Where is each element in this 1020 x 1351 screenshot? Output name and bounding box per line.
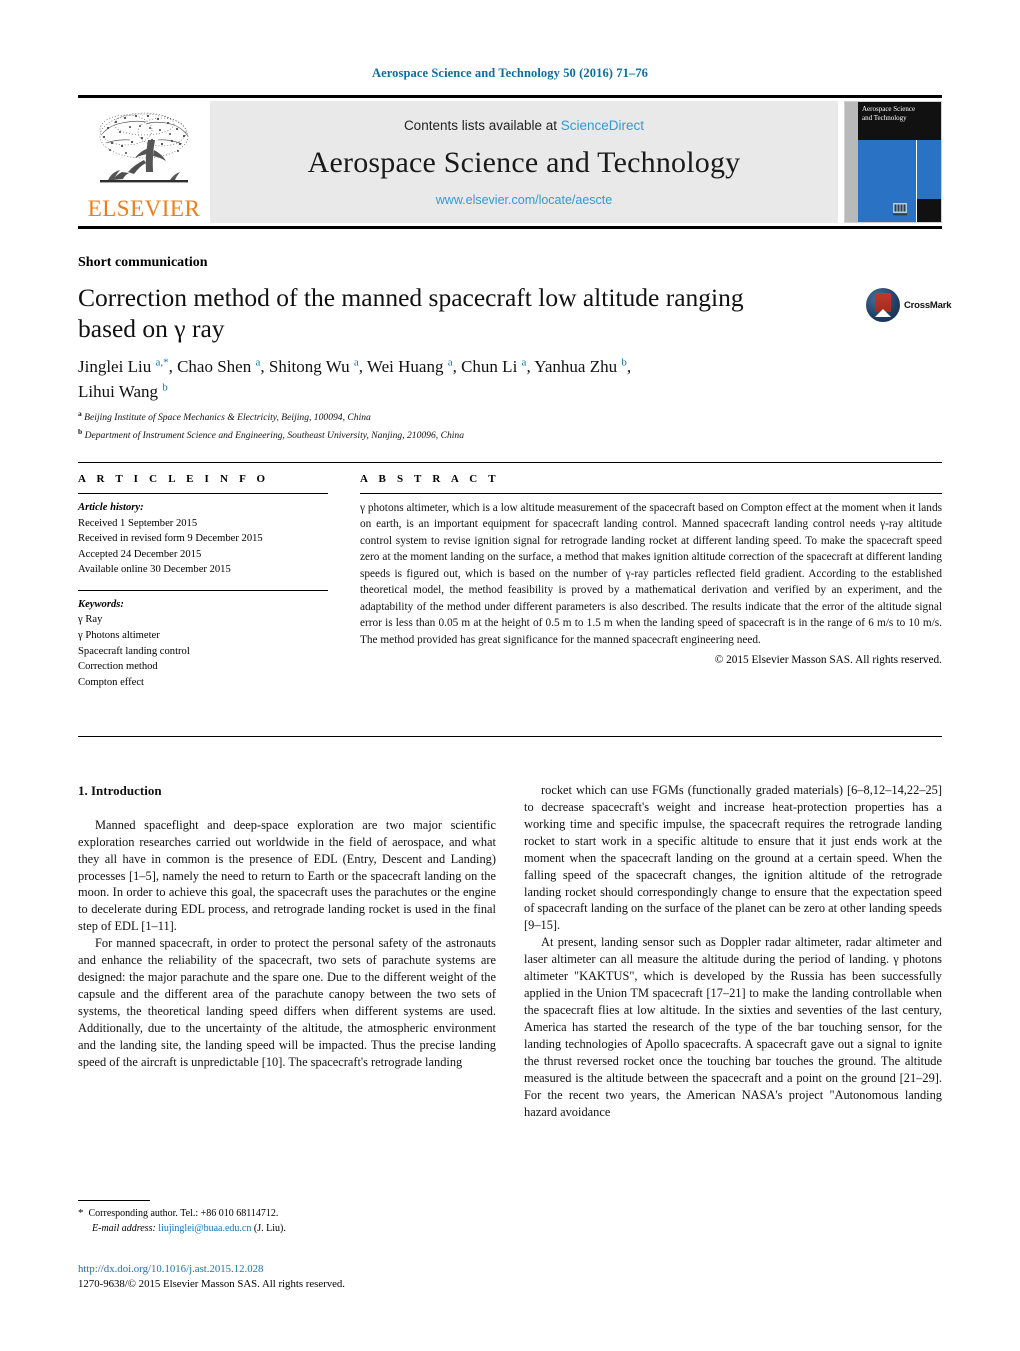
author-line-2: Lihui Wang b — [78, 380, 168, 401]
corresponding-author-text: Corresponding author. Tel.: +86 010 6811… — [88, 1208, 279, 1219]
keywords: Keywords: γ Ray γ Photons altimeter Spac… — [78, 597, 328, 690]
keywords-label: Keywords: — [78, 598, 124, 610]
author-affil-marker: b — [621, 356, 627, 369]
paragraph: rocket which can use FGMs (functionally … — [524, 783, 943, 933]
affiliation-a: a Beijing Institute of Space Mechanics &… — [78, 408, 838, 426]
crossmark-icon — [866, 288, 900, 322]
keyword-item: γ Ray — [78, 614, 103, 626]
email-line: E-mail address: liujinglei@buaa.edu.cn (… — [78, 1222, 496, 1237]
email-link[interactable]: liujinglei@buaa.edu.cn — [158, 1223, 251, 1234]
paragraph: For manned spacecraft, in order to prote… — [78, 936, 496, 1069]
author-affil-marker: a — [353, 356, 359, 369]
author-affil-marker: a — [521, 356, 527, 369]
journal-homepage-link[interactable]: www.elsevier.com/locate/aescte — [436, 193, 612, 207]
page-title: Correction method of the manned spacecra… — [78, 283, 744, 344]
history-item: Received 1 September 2015 — [78, 517, 198, 529]
sciencedirect-link[interactable]: ScienceDirect — [561, 118, 644, 133]
article-history-label: Article history: — [78, 502, 144, 513]
author-list: Jinglei Liu a,*, Chao Shen a, Shitong Wu… — [78, 355, 798, 404]
article-history: Article history: Received 1 September 20… — [78, 500, 328, 578]
history-item: Available online 30 December 2015 — [78, 564, 231, 576]
masthead-center: Contents lists available at ScienceDirec… — [210, 101, 838, 223]
divider — [360, 493, 942, 494]
crossmark-badge[interactable]: CrossMark — [866, 287, 958, 323]
keywords-block: Keywords: γ Ray γ Photons altimeter Spac… — [78, 589, 328, 690]
keyword-item: Correction method — [78, 661, 158, 673]
article-type: Short communication — [78, 255, 208, 270]
article-info-heading: A R T I C L E I N F O — [78, 473, 270, 485]
corresponding-author-footnote: * Corresponding author. Tel.: +86 010 68… — [78, 1200, 496, 1236]
history-item: Accepted 24 December 2015 — [78, 548, 202, 560]
doi-link[interactable]: http://dx.doi.org/10.1016/j.ast.2015.12.… — [78, 1262, 508, 1277]
journal-cover-thumbnail[interactable]: Aerospace Science and Technology — [844, 101, 942, 223]
history-item: Received in revised form 9 December 2015 — [78, 533, 263, 545]
section-heading-introduction: 1. Introduction — [78, 783, 162, 798]
article-info-column: A R T I C L E I N F O Article history: R… — [78, 463, 346, 736]
cover-bottom-right-block — [917, 199, 941, 222]
journal-masthead: ELSEVIER Contents lists available at Sci… — [78, 95, 942, 229]
running-head: Aerospace Science and Technology 50 (201… — [371, 66, 649, 80]
paper-page: Aerospace Science and Technology 50 (201… — [0, 0, 1020, 1351]
footnote-rule — [78, 1200, 150, 1201]
article-info-abstract-block: A R T I C L E I N F O Article history: R… — [78, 462, 942, 737]
author-affil-marker: b — [162, 380, 168, 393]
doi-block: http://dx.doi.org/10.1016/j.ast.2015.12.… — [78, 1262, 508, 1293]
body-right-column: rocket which can use FGMs (functionally … — [524, 782, 942, 1120]
author-affil-marker: a,* — [155, 356, 169, 369]
abstract-column: A B S T R A C T γ photons altimeter, whi… — [346, 463, 942, 736]
elsevier-tree-icon — [99, 112, 189, 183]
abstract-copyright: © 2015 Elsevier Masson SAS. All rights r… — [714, 654, 942, 667]
author-affil-marker: a — [447, 356, 453, 369]
paragraph: Manned spaceflight and deep-space explor… — [78, 817, 496, 934]
author-affil-marker: a — [255, 356, 261, 369]
affiliation-marker-a: a — [78, 409, 82, 418]
body-left-column: 1. Introduction Manned spaceflight and d… — [78, 782, 496, 1071]
journal-title: Aerospace Science and Technology — [307, 146, 741, 179]
divider — [78, 589, 328, 591]
paragraph: At present, landing sensor such as Doppl… — [524, 935, 942, 1119]
cover-title-text: Aerospace Science and Technology — [862, 105, 916, 122]
cover-inner: Aerospace Science and Technology — [844, 101, 942, 223]
keyword-item: Compton effect — [78, 676, 144, 688]
divider — [78, 493, 328, 494]
affiliation-b-text: Department of Instrument Science and Eng… — [84, 430, 465, 442]
cover-left-stripe — [845, 102, 858, 222]
abstract-text: γ photons altimeter, which is a low alti… — [360, 502, 942, 646]
keyword-item: γ Photons altimeter — [78, 629, 160, 641]
asterisk-icon: * — [78, 1207, 84, 1219]
crossmark-label: CrossMark — [904, 299, 952, 311]
corresponding-author-line: * Corresponding author. Tel.: +86 010 68… — [78, 1206, 496, 1222]
email-label: E-mail address: — [92, 1222, 156, 1234]
affiliation-a-text: Beijing Institute of Space Mechanics & E… — [84, 412, 371, 424]
author-line-1: Jinglei Liu a,*, Chao Shen a, Shitong Wu… — [78, 356, 632, 376]
keyword-item: Spacecraft landing control — [78, 645, 190, 657]
affiliations: a Beijing Institute of Space Mechanics &… — [78, 408, 838, 444]
elsevier-logo: ELSEVIER — [78, 98, 210, 226]
contents-available-line: Contents lists available at ScienceDirec… — [404, 118, 644, 133]
cover-elsevier-icon — [893, 203, 907, 216]
abstract-heading: A B S T R A C T — [360, 473, 500, 485]
email-suffix: (J. Liu). — [253, 1222, 286, 1234]
elsevier-wordmark: ELSEVIER — [87, 196, 201, 221]
contents-prefix: Contents lists available at — [403, 118, 561, 133]
affiliation-marker-b: b — [78, 427, 83, 437]
affiliation-b: b Department of Instrument Science and E… — [78, 426, 838, 444]
issn-copyright-line: 1270-9638/© 2015 Elsevier Masson SAS. Al… — [78, 1278, 346, 1291]
